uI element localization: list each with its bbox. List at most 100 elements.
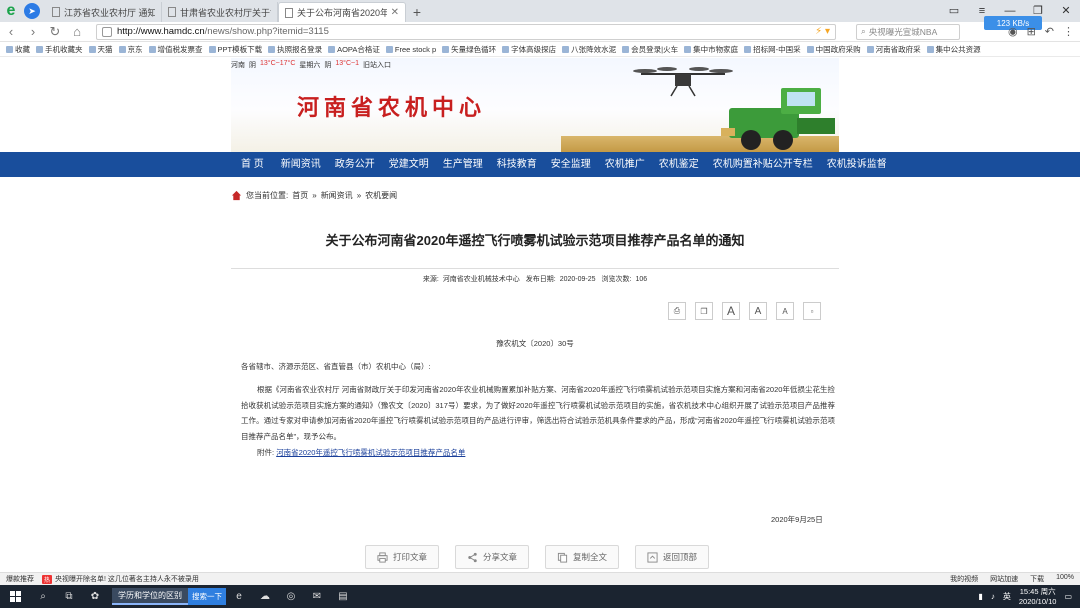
task-view-icon[interactable]: ⧉ [56, 585, 82, 608]
lightning-icon[interactable]: ⚡ ▾ [815, 26, 830, 37]
broken-image-icon[interactable]: ▫ [803, 302, 821, 320]
copy-icon [557, 552, 568, 563]
extension-icon[interactable]: ⊞ [1027, 25, 1036, 38]
bookmark-item[interactable]: 字体高级探店 [502, 44, 556, 55]
skin-icon[interactable]: ▭ [940, 0, 968, 22]
old-site-link[interactable]: 旧站入口 [363, 60, 391, 70]
source-label: 来源: [422, 276, 439, 283]
url-input[interactable]: http://www.hamdc.cn /news/show.php?itemi… [96, 23, 836, 40]
nav-production[interactable]: 生产管理 [436, 152, 490, 177]
undo-icon[interactable]: ↶ [1045, 25, 1054, 38]
browser-logo-icon[interactable]: e [0, 0, 22, 22]
taskbar-window[interactable]: 学历和学位的区别 [112, 588, 188, 605]
bookmark-item[interactable]: 执照报名登录 [268, 44, 322, 55]
bookmark-item[interactable]: 手机收藏夹 [36, 44, 83, 55]
bookmark-item[interactable]: 京东 [118, 44, 143, 55]
print-icon[interactable]: ⎙ [668, 302, 686, 320]
page-info-icon[interactable] [102, 26, 112, 37]
zoom-level[interactable]: 100% [1056, 574, 1074, 584]
breadcrumb-separator: » [312, 191, 317, 200]
taskbar-search-button[interactable]: 搜索一下 [188, 588, 226, 605]
compass-icon[interactable]: ➤ [24, 3, 40, 19]
nav-gov-affairs[interactable]: 政务公开 [328, 152, 382, 177]
shield-icon[interactable]: ◉ [1008, 25, 1018, 38]
new-tab-button[interactable]: + [406, 4, 428, 22]
bookmark-item[interactable]: 会员登录|火车 [622, 44, 678, 55]
bookmark-item[interactable]: AOPA合格证 [328, 44, 380, 55]
nav-safety[interactable]: 安全监理 [544, 152, 598, 177]
network-icon[interactable]: ▮ [978, 592, 982, 601]
nav-education[interactable]: 科技教育 [490, 152, 544, 177]
back-icon[interactable]: ‹ [0, 24, 22, 39]
nav-appraisal[interactable]: 农机鉴定 [652, 152, 706, 177]
copy-text-button[interactable]: 复制全文 [545, 545, 619, 569]
edge-icon[interactable]: e [226, 585, 252, 608]
url-path: /news/show.php?itemid=3115 [204, 26, 329, 37]
app-icon[interactable]: ✿ [82, 585, 108, 608]
share-article-label: 分享文章 [482, 552, 517, 562]
status-news-item[interactable]: 热 央视曝开除名单! 这几位著名主持人永不被录用 [42, 574, 199, 584]
copy-icon[interactable]: ❐ [695, 302, 713, 320]
back-to-top-button[interactable]: 返回顶部 [635, 545, 709, 569]
bookmark-item[interactable]: PPT模板下载 [208, 44, 262, 55]
forward-icon[interactable]: › [22, 24, 44, 39]
bookmark-item[interactable]: 收藏 [6, 44, 30, 55]
breadcrumb-news[interactable]: 新闻资讯 [321, 190, 353, 201]
font-large-button[interactable]: A [722, 302, 740, 320]
font-medium-button[interactable]: A [749, 302, 767, 320]
more-icon[interactable]: ⋮ [1063, 25, 1074, 38]
notifications-icon[interactable]: ▭ [1064, 592, 1072, 601]
home-icon[interactable]: ⌂ [66, 24, 88, 39]
volume-icon[interactable]: ♪ [991, 592, 995, 601]
font-small-button[interactable]: A [776, 302, 794, 320]
attachment-label: 附件: [257, 448, 275, 457]
print-article-button[interactable]: 打印文章 [365, 545, 439, 569]
nav-subsidy[interactable]: 农机购置补贴公开专栏 [706, 152, 820, 177]
bookmark-item[interactable]: 矢量绿色循环 [442, 44, 496, 55]
clock[interactable]: 15:45 周六 2020/10/10 [1019, 587, 1057, 607]
refresh-icon[interactable]: ↻ [44, 24, 66, 40]
browser-tab-active[interactable]: 关于公布河南省2020年遥控飞行 ✕ [278, 2, 406, 22]
nav-party-building[interactable]: 党建文明 [382, 152, 436, 177]
browser-icon[interactable]: ◎ [278, 585, 304, 608]
bookmark-item[interactable]: 增值税发票查 [148, 44, 203, 55]
my-video-button[interactable]: 我的视频 [950, 574, 978, 584]
print-article-label: 打印文章 [392, 552, 427, 562]
breadcrumb-current[interactable]: 农机要闻 [365, 190, 397, 201]
input-language[interactable]: 英 [1003, 591, 1011, 602]
bookmark-item[interactable]: 集中市物家庭 [684, 44, 738, 55]
wechat-icon[interactable]: ✉ [304, 585, 330, 608]
nav-promotion[interactable]: 农机推广 [598, 152, 652, 177]
browser-tab[interactable]: 甘肃省农业农村厅关于甘肃省20 [162, 2, 278, 22]
system-tray: ▮ ♪ 英 15:45 周六 2020/10/10 ▭ [978, 587, 1080, 607]
bookmark-item[interactable]: 河南省政府采 [866, 44, 921, 55]
windows-start-icon[interactable] [0, 585, 30, 608]
bookmark-item[interactable]: 中国政府采购 [806, 44, 861, 55]
close-tab-icon[interactable]: ✕ [391, 7, 399, 18]
bookmark-item[interactable]: 招标网-中国采 [744, 44, 801, 55]
folder-icon[interactable]: ▤ [330, 585, 356, 608]
search-input[interactable]: ⌕ 央视曝光宣城NBA [856, 23, 960, 40]
bookmark-item[interactable]: Free stock p [385, 45, 436, 54]
bookmark-item[interactable]: 天猫 [88, 44, 113, 55]
accelerate-button[interactable]: 网站加速 [990, 574, 1018, 584]
download-button[interactable]: 下载 [1030, 574, 1044, 584]
browser-tab[interactable]: 江苏省农业农村厅 通知公告 关 [46, 2, 162, 22]
nav-complaint[interactable]: 农机投诉监督 [820, 152, 894, 177]
search-icon[interactable]: ⌕ [30, 585, 56, 608]
cloud-icon[interactable]: ☁ [252, 585, 278, 608]
nav-home[interactable]: 首 页 [231, 152, 274, 177]
attachment-link[interactable]: 河南省2020年遥控飞行喷雾机试验示范项目推荐产品名单 [276, 448, 465, 457]
bookmark-item[interactable]: 集中公共资源 [926, 44, 981, 55]
document-icon [285, 7, 293, 18]
close-icon[interactable]: ✕ [1052, 0, 1080, 22]
recommend-label[interactable]: 爆款推荐 [6, 574, 34, 584]
site-logo[interactable]: 河南省农机中心 [297, 90, 486, 122]
breadcrumb-home[interactable]: 首页 [292, 190, 308, 201]
nav-news[interactable]: 新闻资讯 [274, 152, 328, 177]
attachment-line: 附件: 河南省2020年遥控飞行喷雾机试验示范项目推荐产品名单 [257, 447, 465, 458]
main-navigation: 首 页 新闻资讯 政务公开 党建文明 生产管理 科技教育 安全监理 农机推广 农… [0, 152, 1080, 177]
bookmark-item[interactable]: 八张降效水泥 [562, 44, 616, 55]
share-article-button[interactable]: 分享文章 [455, 545, 529, 569]
copy-text-label: 复制全文 [572, 552, 607, 562]
